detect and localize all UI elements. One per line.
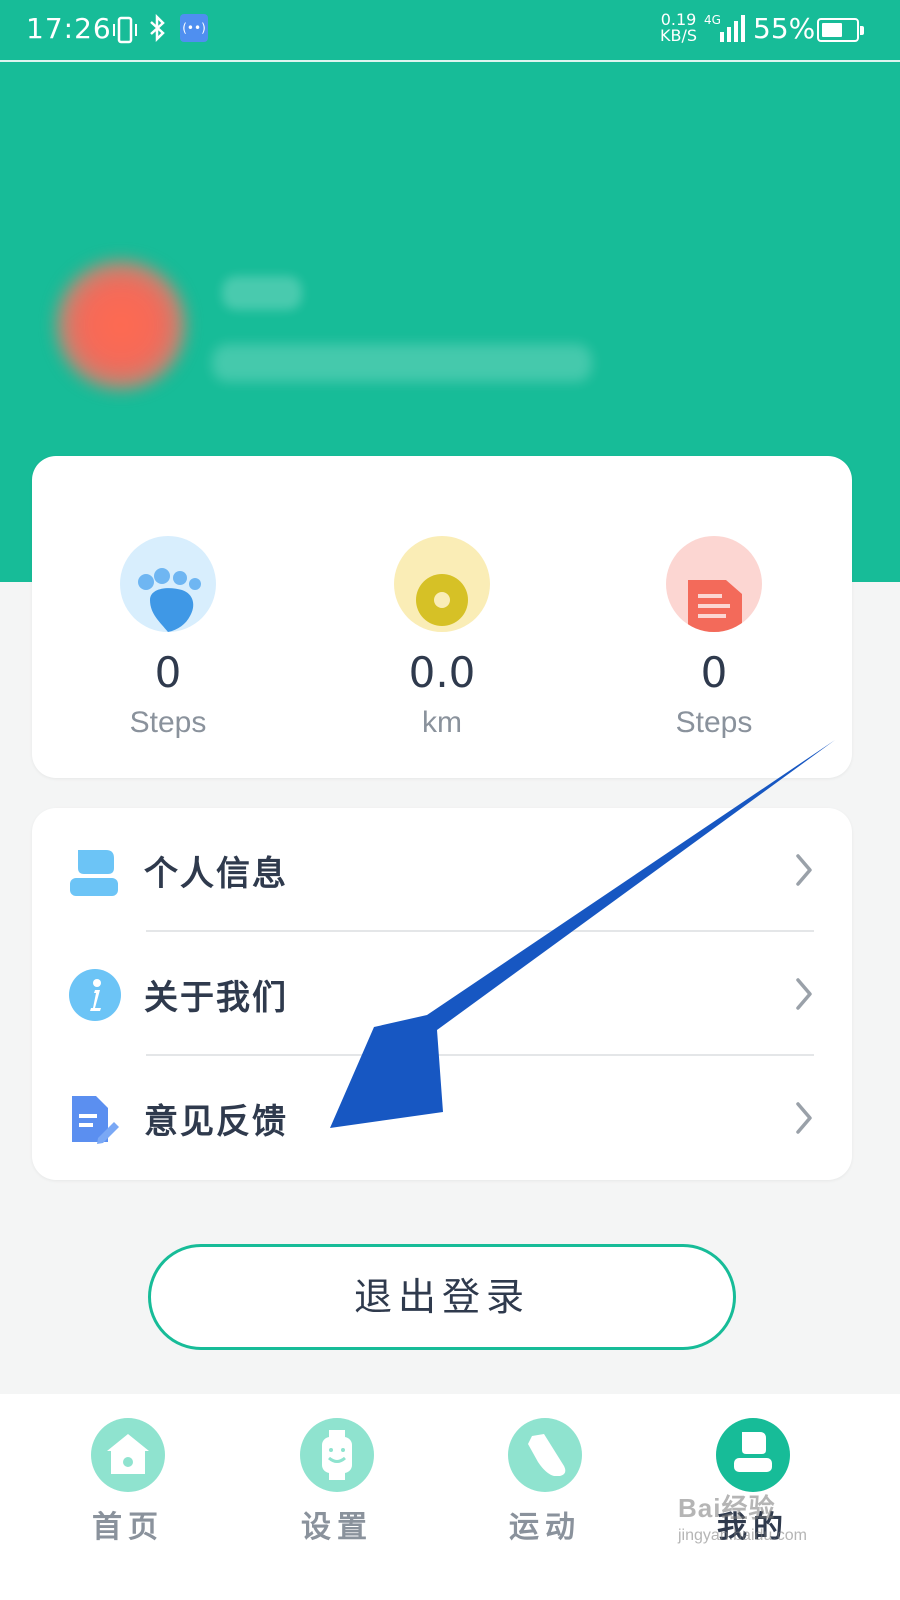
user-name <box>222 276 302 310</box>
nav-label: 运动 <box>509 1510 581 1545</box>
avatar[interactable] <box>56 260 186 390</box>
hotspot-icon: (••) <box>180 14 208 42</box>
stat-value: 0 <box>154 648 182 697</box>
shoe-icon <box>508 1418 582 1492</box>
menu-card: 个人信息 关于我们 意见反馈 <box>32 808 852 1180</box>
watermark-brand: Bai经验 <box>678 1493 776 1523</box>
stat-value: 0 <box>700 648 728 697</box>
chevron-right-icon <box>794 1100 814 1136</box>
stat-value: 0.0 <box>408 648 476 697</box>
stat-steps-2: 0 Steps <box>614 536 814 740</box>
menu-item-feedback[interactable]: 意见反馈 <box>32 1056 852 1180</box>
nav-label: 设置 <box>301 1510 373 1545</box>
nav-label: 首页 <box>92 1510 164 1545</box>
nav-sport[interactable]: 运动 <box>485 1418 605 1546</box>
distance-icon <box>394 536 490 632</box>
bluetooth-icon <box>148 13 166 49</box>
vibrate-icon <box>112 16 138 48</box>
stat-unit: km <box>422 706 462 739</box>
menu-item-profile-info[interactable]: 个人信息 <box>32 808 852 932</box>
signal-icon <box>718 14 746 42</box>
watch-icon <box>300 1418 374 1492</box>
paw-icon <box>120 536 216 632</box>
chevron-right-icon <box>794 852 814 888</box>
stat-unit: Steps <box>675 706 753 739</box>
nav-home[interactable]: 首页 <box>68 1418 188 1546</box>
chevron-right-icon <box>794 976 814 1012</box>
logout-button[interactable]: 退出登录 <box>148 1244 736 1350</box>
user-subtitle <box>212 344 592 382</box>
nav-settings[interactable]: 设置 <box>277 1418 397 1546</box>
person-icon <box>68 844 122 898</box>
network-speed: 0.19 KB/S <box>660 12 697 44</box>
menu-item-label: 个人信息 <box>144 854 288 894</box>
stats-card: 0 Steps 0.0 km 0 Steps <box>32 456 852 778</box>
stat-steps: 0 Steps <box>68 536 268 740</box>
battery-icon <box>817 18 864 42</box>
watermark-logo: Bai经验 jingyan.baidu.com <box>678 1488 848 1558</box>
info-icon <box>68 968 122 1022</box>
battery-percent: 55% <box>753 12 816 45</box>
profile-icon <box>716 1418 790 1492</box>
watermark-url: jingyan.baidu.com <box>678 1527 807 1544</box>
home-icon <box>91 1418 165 1492</box>
speed-unit: KB/S <box>660 26 698 45</box>
stat-distance: 0.0 km <box>342 536 542 740</box>
menu-item-label: 意见反馈 <box>144 1102 288 1142</box>
menu-item-about-us[interactable]: 关于我们 <box>32 932 852 1056</box>
status-bar: 17:26 (••) 0.19 KB/S 4G 55% <box>0 0 900 62</box>
feedback-icon <box>68 1092 122 1146</box>
stat-unit: Steps <box>129 706 207 739</box>
document-icon <box>666 536 762 632</box>
menu-item-label: 关于我们 <box>144 978 288 1018</box>
status-time: 17:26 <box>26 12 112 45</box>
